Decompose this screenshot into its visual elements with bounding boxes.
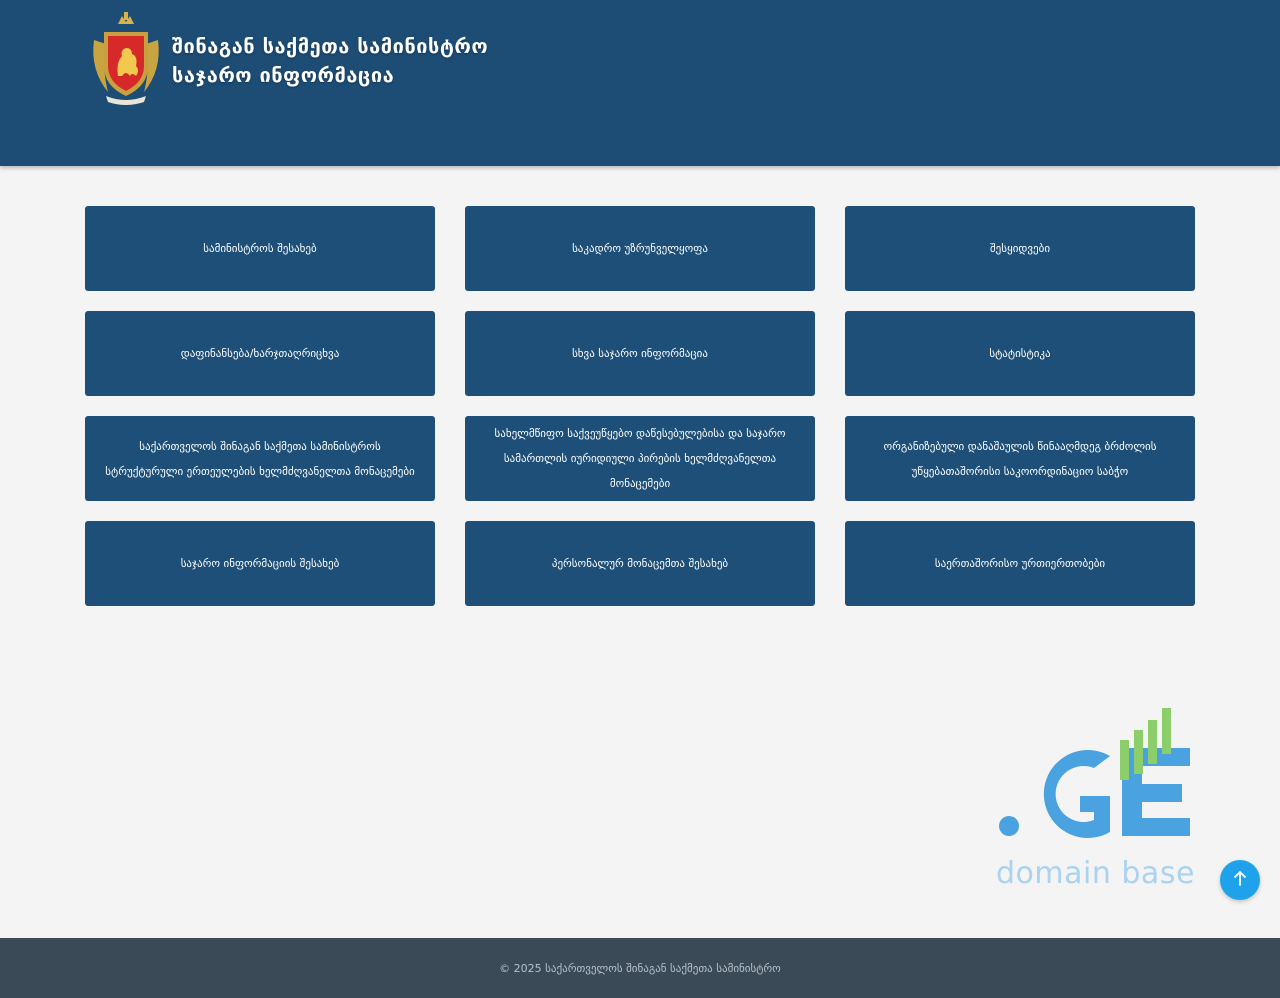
site-title-line2: საჯარო ინფორმაცია [172,63,395,87]
tile-label: ორგანიზებული დანაშაულის წინააღმდეგ ბრძოლ… [883,439,1157,478]
tile-personal-data[interactable]: პერსონალურ მონაცემთა შესახებ [465,521,815,606]
tile-label: სამინისტროს შესახებ [203,242,317,255]
domain-base-text: domain base [996,856,1195,891]
tile-label: საერთაშორისო ურთიერთობები [934,557,1106,570]
tile-public-info-about[interactable]: საჯარო ინფორმაციის შესახებ [85,521,435,606]
arrow-up-icon [1233,870,1247,890]
tile-label: პერსონალურ მონაცემთა შესახებ [551,557,729,570]
tile-international-relations[interactable]: საერთაშორისო ურთიერთობები [845,521,1195,606]
site-title-line1: შინაგან საქმეთა სამინისტრო [172,34,489,58]
tile-ministry-about[interactable]: სამინისტროს შესახებ [85,206,435,291]
tile-statistics[interactable]: სტატისტიკა [845,311,1195,396]
tile-other-public-info[interactable]: სხვა საჯარო ინფორმაცია [465,311,815,396]
tile-label: შესყიდვები [989,242,1051,255]
tile-label: საქართველოს შინაგან საქმეთა სამინისტროს … [105,439,415,478]
site-footer: © 2025 საქართველოს შინაგან საქმეთა სამინ… [0,938,1280,998]
category-grid: სამინისტროს შესახებ საკადრო უზრუნველყოფა… [85,206,1195,606]
tile-label: სხვა საჯარო ინფორმაცია [572,347,708,360]
tile-label: საჯარო ინფორმაციის შესახებ [180,557,340,570]
tile-label: დაფინანსება/ხარჯთაღრიცხვა [180,347,340,360]
tile-agency-heads[interactable]: სახელმწიფო საქვეუწყებო დაწესებულებისა და… [465,416,815,501]
site-title[interactable]: შინაგან საქმეთა სამინისტრო საჯარო ინფორმ… [172,32,488,90]
footer-copyright: © 2025 საქართველოს შინაგან საქმეთა სამინ… [499,961,781,975]
tile-procurement[interactable]: შესყიდვები [845,206,1195,291]
tile-structural-units-heads[interactable]: საქართველოს შინაგან საქმეთა სამინისტროს … [85,416,435,501]
tile-label: საკადრო უზრუნველყოფა [572,242,708,255]
tile-hr[interactable]: საკადრო უზრუნველყოფა [465,206,815,291]
ministry-emblem-icon[interactable] [88,10,164,106]
tile-label: სტატისტიკა [989,347,1051,360]
scroll-to-top-button[interactable] [1220,860,1260,900]
site-header: შინაგან საქმეთა სამინისტრო საჯარო ინფორმ… [0,0,1280,166]
tile-financing[interactable]: დაფინანსება/ხარჯთაღრიცხვა [85,311,435,396]
tile-organized-crime-council[interactable]: ორგანიზებული დანაშაულის წინააღმდეგ ბრძოლ… [845,416,1195,501]
tile-label: სახელმწიფო საქვეუწყებო დაწესებულებისა და… [494,427,786,490]
